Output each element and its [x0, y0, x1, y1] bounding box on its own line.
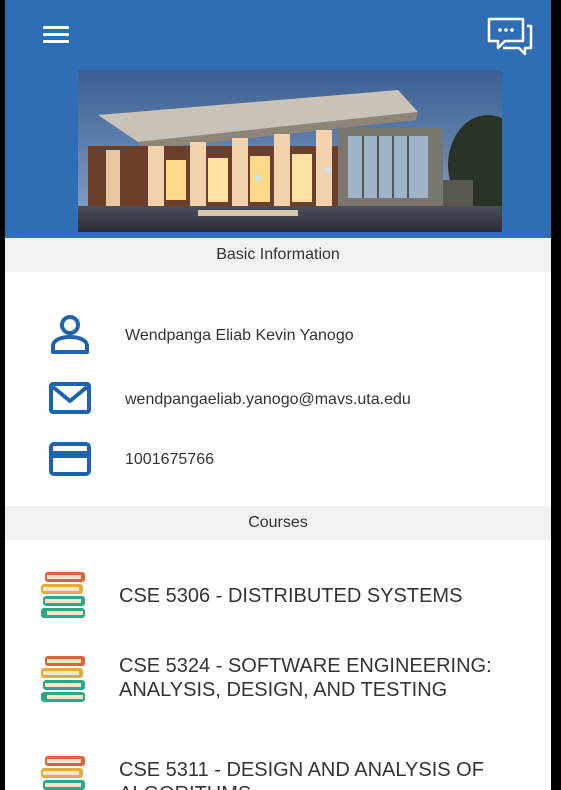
course-item[interactable]: CSE 5306 - DISTRIBUTED SYSTEMS: [5, 568, 551, 624]
student-id: 1001675766: [125, 451, 214, 468]
books-icon: [41, 572, 85, 618]
email-row: wendpangaeliab.yanogo@mavs.uta.edu: [5, 376, 551, 426]
card-icon: [49, 442, 91, 476]
mail-icon: [49, 382, 91, 414]
id-row: 1001675766: [5, 436, 551, 486]
student-name: Wendpanga Eliab Kevin Yanogo: [125, 327, 354, 344]
hamburger-menu-icon[interactable]: [43, 26, 69, 46]
course-item[interactable]: CSE 5324 - SOFTWARE ENGINEERING: ANALYSI…: [5, 650, 551, 726]
books-icon: [41, 656, 85, 702]
course-title: CSE 5324 - SOFTWARE ENGINEERING: ANALYSI…: [119, 655, 492, 701]
courses-header: Courses: [5, 506, 551, 540]
course-item[interactable]: CSE 5311 - DESIGN AND ANALYSIS OF ALGORI…: [5, 752, 551, 790]
books-icon: [41, 756, 85, 790]
campus-building-image: [78, 70, 502, 232]
banner: [5, 70, 551, 238]
student-email: wendpangaeliab.yanogo@mavs.uta.edu: [125, 391, 411, 408]
basic-information-header: Basic Information: [5, 238, 551, 272]
name-row: Wendpanga Eliab Kevin Yanogo: [5, 312, 551, 362]
course-title: CSE 5306 - DISTRIBUTED SYSTEMS: [119, 585, 463, 607]
app-screen: Basic Information Wendpanga Eliab Kevin …: [5, 0, 551, 790]
top-app-bar: [5, 0, 551, 70]
person-icon: [51, 315, 89, 354]
chat-bubbles-icon[interactable]: [485, 16, 535, 56]
course-title: CSE 5311 - DESIGN AND ANALYSIS OF ALGORI…: [119, 759, 484, 790]
